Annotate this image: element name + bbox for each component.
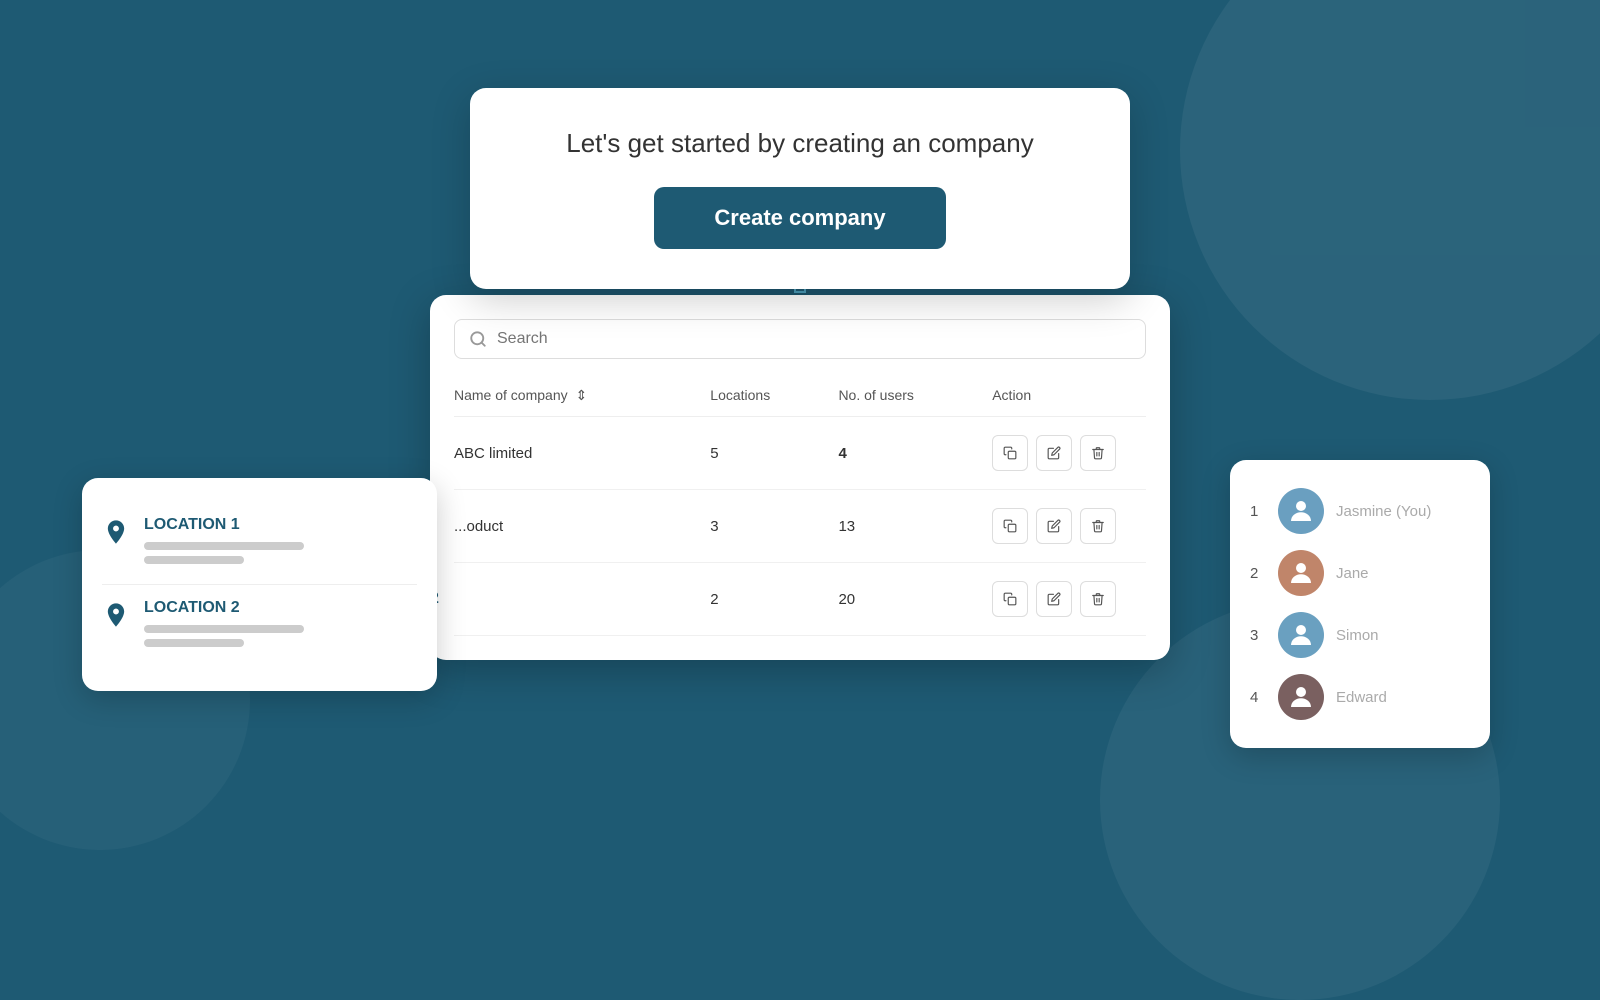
col-locations: Locations [710, 387, 838, 404]
table-card: Name of company ⇕ Locations No. of users… [430, 295, 1170, 660]
avatar-3 [1278, 612, 1324, 658]
user-item-3: 3 Simon [1250, 604, 1470, 666]
copy-button-1[interactable] [992, 435, 1028, 471]
user-num-4: 4 [1250, 689, 1266, 706]
users-card: 1 Jasmine (You) 2 Jane 3 Simon 4 Edward [1230, 460, 1490, 748]
location-pin-icon-2 [102, 601, 130, 636]
user-num-3: 3 [1250, 627, 1266, 644]
user-num-2: 2 [1250, 565, 1266, 582]
users-2: 13 [838, 518, 992, 535]
bg-decoration-1 [1180, 0, 1600, 400]
location-text-1: LOCATION 1 [144, 516, 304, 570]
user-name-2: Jane [1336, 565, 1369, 582]
location-item-1: LOCATION 1 [102, 502, 417, 584]
table-row: 2 2 20 [454, 563, 1146, 636]
copy-button-3[interactable] [992, 581, 1028, 617]
avatar-4 [1278, 674, 1324, 720]
location-card: LOCATION 1 LOCATION 2 [82, 478, 437, 691]
table-row: ...oduct 3 13 [454, 490, 1146, 563]
skeleton-line [144, 556, 244, 564]
edit-button-3[interactable] [1036, 581, 1072, 617]
hero-card: Let's get started by creating an company… [470, 88, 1130, 289]
location-text-2: LOCATION 2 [144, 599, 304, 653]
table-header: Name of company ⇕ Locations No. of users… [454, 379, 1146, 417]
delete-button-1[interactable] [1080, 435, 1116, 471]
user-item-1: 1 Jasmine (You) [1250, 480, 1470, 542]
locations-2: 3 [710, 518, 838, 535]
search-icon [469, 330, 487, 348]
col-users: No. of users [838, 387, 992, 404]
user-name-1: Jasmine (You) [1336, 503, 1431, 520]
skeleton-line [144, 625, 304, 633]
company-name-1: ABC limited [454, 445, 710, 462]
table-row: ABC limited 5 4 [454, 417, 1146, 490]
sort-icon: ⇕ [576, 387, 588, 404]
edit-button-2[interactable] [1036, 508, 1072, 544]
locations-3: 2 [710, 591, 838, 608]
search-bar [454, 319, 1146, 359]
skeleton-line [144, 639, 244, 647]
location-item-2: LOCATION 2 [102, 584, 417, 667]
create-company-button[interactable]: Create company [654, 187, 945, 249]
action-buttons-1 [992, 435, 1146, 471]
edit-button-1[interactable] [1036, 435, 1072, 471]
avatar-1 [1278, 488, 1324, 534]
user-num-1: 1 [1250, 503, 1266, 520]
action-buttons-2 [992, 508, 1146, 544]
col-company-name[interactable]: Name of company ⇕ [454, 387, 710, 404]
user-item-4: 4 Edward [1250, 666, 1470, 728]
company-name-2: ...oduct [454, 518, 710, 535]
users-3: 20 [838, 591, 992, 608]
users-1: 4 [838, 445, 992, 462]
location-pin-icon-1 [102, 518, 130, 553]
delete-button-2[interactable] [1080, 508, 1116, 544]
avatar-2 [1278, 550, 1324, 596]
action-buttons-3 [992, 581, 1146, 617]
hero-subtitle: Let's get started by creating an company [530, 128, 1070, 159]
col-action: Action [992, 387, 1146, 404]
skeleton-line [144, 542, 304, 550]
locations-1: 5 [710, 445, 838, 462]
delete-button-3[interactable] [1080, 581, 1116, 617]
search-input[interactable] [497, 330, 1131, 348]
user-name-3: Simon [1336, 627, 1379, 644]
user-item-2: 2 Jane [1250, 542, 1470, 604]
user-name-4: Edward [1336, 689, 1387, 706]
copy-button-2[interactable] [992, 508, 1028, 544]
